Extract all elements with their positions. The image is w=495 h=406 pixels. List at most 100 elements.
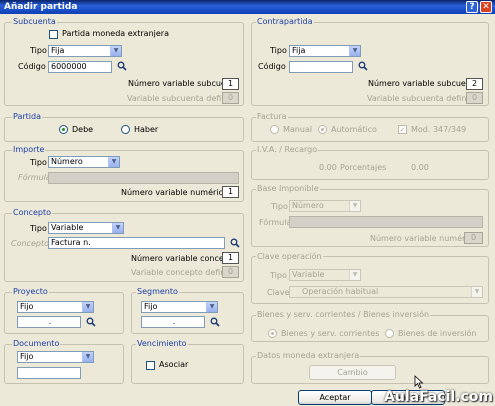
aceptar-button[interactable]: Aceptar <box>298 390 372 405</box>
contrapartida-numero-variable-label: Número variable subcuenta <box>368 79 479 88</box>
bienes-title: Bienes y serv. corrientes / Bienes inver… <box>256 310 431 319</box>
subcuenta-numero-variable-input[interactable]: 1 <box>222 78 239 90</box>
chevron-down-icon: ▼ <box>349 201 360 211</box>
contrapartida-codigo-input[interactable] <box>289 61 353 73</box>
haber-label: Haber <box>134 125 159 134</box>
asociar-checkbox[interactable] <box>146 361 155 370</box>
subcuenta-tipo-label: Tipo <box>30 46 47 55</box>
segmento-tipo-select[interactable]: Fijo ▼ <box>141 301 218 313</box>
segmento-title: Segmento <box>136 287 179 296</box>
chevron-down-icon: ▼ <box>349 270 360 280</box>
contrapartida-tipo-select[interactable]: Fija ▼ <box>289 45 361 57</box>
concepto-tipo-value: Variable <box>51 223 84 232</box>
subcuenta-codigo-input[interactable]: 6000000 <box>48 61 112 73</box>
iva-value: 0.00 <box>319 163 337 172</box>
concepto-tipo-select[interactable]: Variable ▼ <box>48 222 124 234</box>
clave-tipo-value: Variable <box>292 270 325 279</box>
contrapartida-numero-variable-input[interactable]: 2 <box>466 78 483 90</box>
automatico-radio <box>318 125 327 134</box>
contrapartida-tipo-label: Tipo <box>270 46 287 55</box>
proyecto-codigo-input[interactable]: . <box>17 316 81 328</box>
debe-radio[interactable] <box>59 125 68 134</box>
debe-label: Debe <box>72 125 94 134</box>
concepto-concepto-label: Concepto <box>11 239 49 248</box>
clave-tipo-label: Tipo <box>270 271 287 280</box>
subcuenta-tipo-select[interactable]: Fija ▼ <box>48 45 122 57</box>
contrapartida-codigo-label: Código <box>258 62 286 71</box>
bienes-inversion-radio <box>385 329 394 338</box>
cambio-button: Cambio <box>309 365 396 380</box>
clave-value: Operación habitual <box>302 287 379 296</box>
asociar-label: Asociar <box>159 360 189 369</box>
moneda-title: Datos moneda extranjera <box>256 351 361 360</box>
mod-347-checkbox: ✓ <box>398 125 407 134</box>
importe-numero-variable-label: Número variable numérica <box>121 188 228 197</box>
documento-tipo-select[interactable]: Fijo ▼ <box>17 351 94 363</box>
concepto-variable-definida-input: 0 <box>222 266 239 278</box>
base-numero-variable-label: Número variable numérica <box>370 234 477 243</box>
clave-select: Operación habitual ▼ <box>289 286 483 298</box>
window-title: Añadir partida <box>4 2 78 12</box>
search-icon[interactable] <box>117 61 127 71</box>
porcentajes-label: Porcentajes <box>340 163 387 172</box>
mod-347-label: Mod. 347/349 <box>411 125 467 134</box>
subcuenta-codigo-label: Código <box>18 62 46 71</box>
documento-codigo-input[interactable] <box>17 367 81 379</box>
search-icon[interactable] <box>230 238 240 248</box>
contrapartida-tipo-value: Fija <box>292 46 306 55</box>
porcentajes-value: 0.00 <box>411 163 429 172</box>
subcuenta-tipo-value: Fija <box>51 46 65 55</box>
concepto-tipo-label: Tipo <box>30 224 47 233</box>
base-formula-input <box>289 216 483 228</box>
close-button[interactable]: ✕ <box>480 1 492 13</box>
chevron-down-icon: ▼ <box>82 302 93 312</box>
segmento-codigo-input[interactable]: . <box>141 316 205 328</box>
chevron-down-icon: ▼ <box>82 352 93 362</box>
chevron-down-icon: ▼ <box>471 287 482 297</box>
proyecto-tipo-value: Fijo <box>20 302 34 311</box>
base-formula-label: Fórmula <box>259 218 292 227</box>
contrapartida-variable-definida-input: 0 <box>466 92 483 104</box>
search-icon[interactable] <box>86 317 96 327</box>
clave-operacion-title: Clave operación <box>256 252 323 261</box>
documento-title: Documento <box>12 339 61 348</box>
proyecto-title: Proyecto <box>12 287 49 296</box>
documento-tipo-value: Fijo <box>20 352 34 361</box>
base-tipo-select: Número ▼ <box>289 200 361 212</box>
importe-title: Importe <box>12 145 46 154</box>
importe-tipo-select[interactable]: Número ▼ <box>48 156 120 168</box>
foreign-currency-checkbox[interactable] <box>49 30 58 39</box>
contrapartida-title: Contrapartida <box>256 17 314 26</box>
chevron-down-icon: ▼ <box>112 223 123 233</box>
search-icon[interactable] <box>210 317 220 327</box>
manual-label: Manual <box>283 125 313 134</box>
vencimiento-title: Vencimiento <box>136 339 188 348</box>
base-tipo-label: Tipo <box>271 202 288 211</box>
bienes-corrientes-radio <box>268 329 277 338</box>
importe-formula-label: Fórmula <box>18 173 51 182</box>
bienes-corrientes-label: Bienes y serv. corrientes <box>281 329 380 338</box>
manual-radio <box>270 125 279 134</box>
chevron-down-icon: ▼ <box>108 157 119 167</box>
watermark-logo: AulaFacil.com <box>384 389 493 405</box>
concepto-numero-variable-input[interactable]: 1 <box>222 252 239 264</box>
mouse-pointer-icon <box>414 375 424 389</box>
search-icon[interactable] <box>358 61 368 71</box>
importe-numero-variable-input[interactable]: 1 <box>222 186 239 198</box>
factura-title: Factura <box>256 112 288 121</box>
window-titlebar: Añadir partida <box>0 0 495 14</box>
concepto-input[interactable]: Factura n. <box>48 237 225 249</box>
importe-tipo-value: Número <box>51 157 83 166</box>
importe-formula-input <box>48 172 239 184</box>
proyecto-tipo-select[interactable]: Fijo ▼ <box>17 301 94 313</box>
haber-radio[interactable] <box>121 125 130 134</box>
partida-title: Partida <box>12 112 42 121</box>
base-numero-variable-input: 0 <box>464 232 483 244</box>
importe-tipo-label: Tipo <box>30 158 47 167</box>
help-button[interactable]: ? <box>466 1 478 13</box>
clave-label: Clave <box>267 288 290 297</box>
contrapartida-variable-definida-label: Variable subcuenta definida <box>367 94 479 103</box>
subcuenta-title: Subcuenta <box>12 17 57 26</box>
concepto-title: Concepto <box>12 208 52 217</box>
bienes-inversion-label: Bienes de inversión <box>398 329 477 338</box>
